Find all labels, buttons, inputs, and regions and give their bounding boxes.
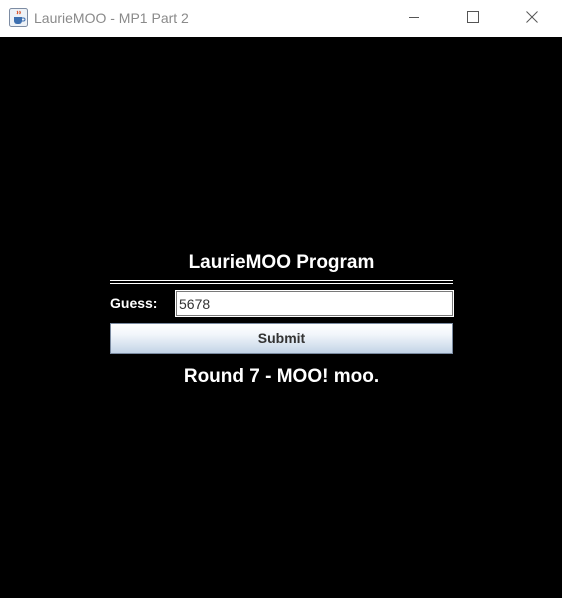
maximize-icon: [467, 10, 479, 28]
main-panel: LaurieMOO Program Guess: Submit Round 7 …: [0, 37, 562, 598]
java-coffee-icon: [9, 8, 28, 27]
minimize-button[interactable]: [391, 0, 437, 37]
heading-separator-lower: [110, 283, 453, 284]
program-heading: LaurieMOO Program: [188, 252, 375, 273]
submit-button[interactable]: Submit: [110, 323, 453, 354]
title-bar[interactable]: LaurieMOO - MP1 Part 2: [0, 0, 562, 37]
maximize-button[interactable]: [450, 0, 496, 37]
heading-separator: [110, 280, 453, 281]
round-status: Round 7 - MOO! moo.: [183, 366, 380, 387]
close-icon: [526, 10, 538, 28]
close-button[interactable]: [509, 0, 555, 37]
app-window: LaurieMOO - MP1 Part 2 LaurieMOO Program…: [0, 0, 562, 598]
minimize-icon: [408, 10, 420, 28]
guess-label: Guess:: [110, 295, 158, 311]
guess-input[interactable]: [175, 290, 454, 317]
window-title: LaurieMOO - MP1 Part 2: [34, 10, 189, 26]
